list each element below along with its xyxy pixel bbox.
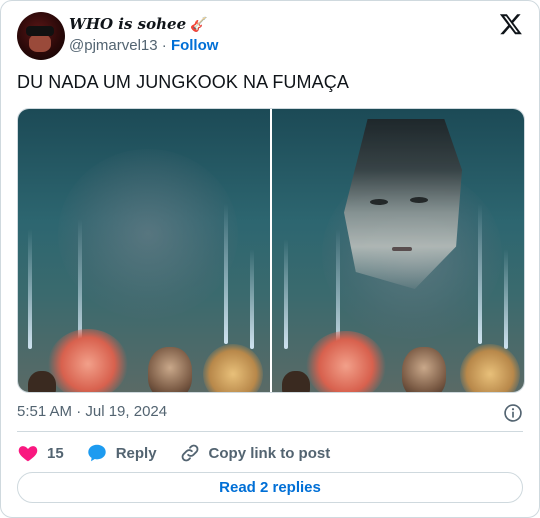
crowd-head [148,347,192,392]
face-mouth [392,247,412,251]
crowd-head [282,371,310,392]
light-glow [460,344,520,392]
firework-spark [250,249,254,349]
crowd-head [28,371,56,392]
read-replies-button[interactable]: Read 2 replies [17,472,523,503]
avatar-face [29,34,51,52]
firework-spark [224,204,228,344]
divider [17,431,523,432]
light-glow [203,344,263,392]
x-logo-icon[interactable] [499,12,523,36]
tweet-header: WHO is sohee 🎸 @pjmarvel13 · Follow [17,12,523,62]
copy-link-label: Copy link to post [208,444,331,462]
display-name[interactable]: WHO is sohee [69,15,186,33]
name-row: WHO is sohee 🎸 [69,15,208,33]
timestamp-row: 5:51 AM · Jul 19, 2024 [17,403,523,423]
guitar-icon: 🎸 [190,15,208,32]
firework-spark [28,229,32,349]
like-count: 15 [47,444,64,462]
tweet-text: DU NADA UM JUNGKOOK NA FUMAÇA [17,72,349,92]
action-bar: 15 Reply Copy link to post [17,441,523,465]
like-button[interactable]: 15 [17,442,64,464]
info-icon[interactable] [503,403,523,423]
heart-icon [18,446,38,462]
reply-button[interactable]: Reply [86,442,157,464]
face-eye [410,197,428,203]
tweet-card: WHO is sohee 🎸 @pjmarvel13 · Follow DU N… [0,0,540,518]
crowd-head [402,347,446,392]
follow-button[interactable]: Follow [171,37,219,54]
media-image-1[interactable] [18,109,270,392]
reply-bubble-icon [87,444,106,462]
link-icon [181,444,198,462]
media-grid [17,108,525,393]
user-handle[interactable]: @pjmarvel13 [69,37,158,54]
firework-spark [284,239,288,349]
avatar[interactable] [17,12,65,60]
avatar-sunglasses [26,26,54,36]
tweet-timestamp[interactable]: 5:51 AM · Jul 19, 2024 [17,403,167,420]
separator-dot: · [161,37,167,54]
face-eye [370,199,388,205]
handle-row: @pjmarvel13 · Follow [69,37,218,54]
firework-glow [48,329,128,392]
copy-link-button[interactable]: Copy link to post [179,442,331,464]
smoke-cloud [58,149,238,319]
reply-label: Reply [115,444,157,462]
firework-spark [478,204,482,344]
media-image-2[interactable] [272,109,524,392]
firework-spark [504,249,508,349]
firework-glow [306,331,386,392]
